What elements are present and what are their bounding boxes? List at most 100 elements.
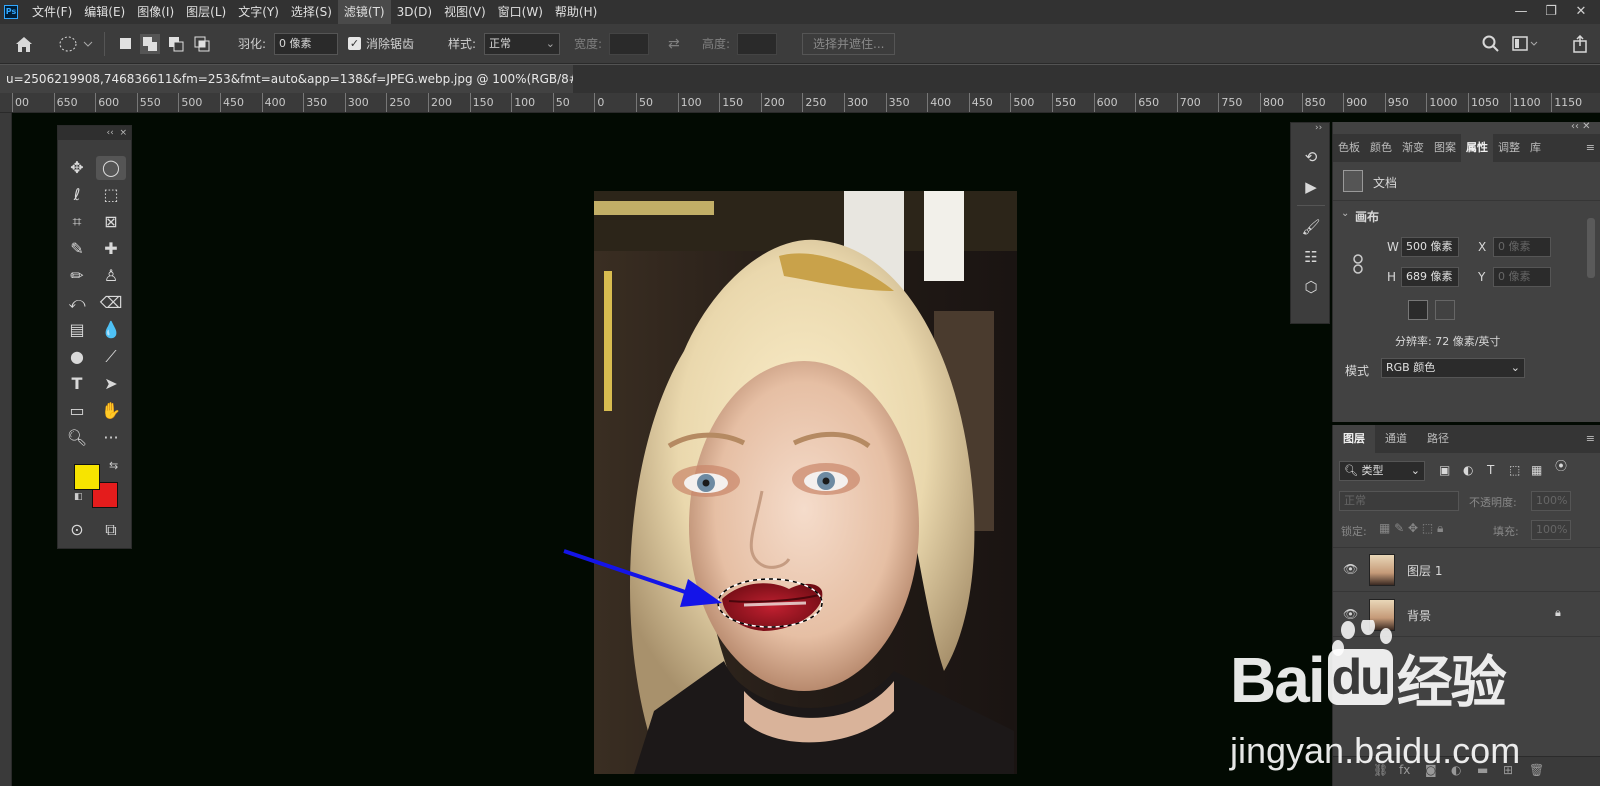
- search-icon[interactable]: [1482, 35, 1500, 53]
- workspace-icon[interactable]: [1512, 36, 1538, 52]
- canvas-width-input[interactable]: 500 像素: [1401, 237, 1459, 257]
- hand-tool-icon[interactable]: ✋: [96, 399, 126, 423]
- filter-adjustment-icon[interactable]: ◐: [1463, 463, 1473, 477]
- move-tool-icon[interactable]: ✥: [62, 156, 92, 180]
- layer-filter-select[interactable]: 🔍︎ 类型 ⌄: [1339, 461, 1425, 481]
- opacity-input[interactable]: 100%: [1531, 491, 1571, 511]
- style-select[interactable]: 正常 ⌄: [484, 33, 560, 55]
- eye-icon[interactable]: 👁︎: [1343, 607, 1358, 621]
- brush-tool-icon[interactable]: ✏: [62, 264, 92, 288]
- document-tab[interactable]: u=2506219908,746836611&fm=253&fmt=auto&a…: [0, 65, 573, 93]
- menu-type[interactable]: 文字(Y): [232, 0, 285, 24]
- 3d-panel-icon[interactable]: ⬡: [1299, 275, 1323, 299]
- rectangle-tool-icon[interactable]: ▭: [62, 399, 92, 423]
- more-tools-icon[interactable]: ···: [96, 426, 126, 450]
- layer-name[interactable]: 图层 1: [1407, 562, 1442, 579]
- tab-libraries[interactable]: 库: [1525, 134, 1546, 162]
- tools-panel-header[interactable]: ‹‹ ×: [58, 126, 131, 140]
- restore-icon[interactable]: ❐: [1538, 2, 1564, 22]
- feather-input[interactable]: 0 像素: [274, 33, 338, 55]
- adjustments-sliders-icon[interactable]: ☷: [1299, 245, 1323, 269]
- tab-properties[interactable]: 属性: [1461, 134, 1493, 162]
- tab-swatches[interactable]: 色板: [1333, 134, 1365, 162]
- elliptical-marquee-tool-icon[interactable]: ◯: [96, 156, 126, 180]
- tab-adjustments[interactable]: 调整: [1493, 134, 1525, 162]
- filter-type-icon[interactable]: T: [1487, 463, 1494, 477]
- clone-stamp-tool-icon[interactable]: ♙: [96, 264, 126, 288]
- elliptical-marquee-preset-icon[interactable]: [58, 34, 94, 54]
- portrait-orientation-icon[interactable]: [1408, 300, 1428, 320]
- home-icon[interactable]: [14, 35, 34, 53]
- menu-view[interactable]: 视图(V): [438, 0, 492, 24]
- quick-mask-icon[interactable]: ⊙: [62, 518, 92, 542]
- tab-paths[interactable]: 路径: [1417, 425, 1459, 453]
- antialias-checkbox[interactable]: ✓: [348, 37, 361, 50]
- healing-brush-tool-icon[interactable]: ✚: [96, 237, 126, 261]
- object-selection-tool-icon[interactable]: ⬚: [96, 183, 126, 207]
- landscape-orientation-icon[interactable]: [1435, 300, 1455, 320]
- menu-edit[interactable]: 编辑(E): [78, 0, 131, 24]
- eye-icon[interactable]: 👁︎: [1343, 562, 1358, 576]
- filter-shape-icon[interactable]: ⬚: [1509, 463, 1520, 477]
- blend-mode-select[interactable]: 正常: [1339, 491, 1459, 511]
- tab-patterns[interactable]: 图案: [1429, 134, 1461, 162]
- canvas-y-input[interactable]: 0 像素: [1493, 267, 1551, 287]
- crop-tool-icon[interactable]: ⌗: [62, 210, 92, 234]
- width-input[interactable]: [609, 33, 649, 55]
- default-colors-icon[interactable]: ◧: [74, 492, 83, 502]
- zoom-tool-icon[interactable]: 🔍︎: [62, 426, 92, 450]
- filter-image-icon[interactable]: ▣: [1439, 463, 1450, 477]
- link-icon[interactable]: [1351, 254, 1365, 274]
- swap-width-height-icon[interactable]: ⇄: [668, 24, 680, 64]
- fill-input[interactable]: 100%: [1531, 520, 1571, 540]
- lasso-tool-icon[interactable]: ℓ: [62, 183, 92, 207]
- menu-window[interactable]: 窗口(W): [492, 0, 549, 24]
- menu-select[interactable]: 选择(S): [285, 0, 338, 24]
- brush-settings-icon[interactable]: 🖌︎: [1299, 215, 1323, 239]
- select-and-mask-button[interactable]: 选择并遮住...: [802, 33, 896, 55]
- close-panel-icon[interactable]: ×: [119, 128, 127, 138]
- foreground-color-swatch[interactable]: [74, 464, 100, 490]
- panel-menu-icon[interactable]: ≡: [1581, 425, 1600, 453]
- menu-file[interactable]: 文件(F): [26, 0, 78, 24]
- expand-panels-icon[interactable]: ››: [1315, 123, 1322, 133]
- height-input[interactable]: [737, 33, 777, 55]
- filter-smart-object-icon[interactable]: ▦: [1531, 463, 1542, 477]
- type-tool-icon[interactable]: T: [62, 372, 92, 396]
- menu-filter[interactable]: 滤镜(T): [337, 0, 391, 24]
- pen-tool-icon[interactable]: ⟋: [96, 345, 126, 369]
- add-selection-icon[interactable]: [140, 34, 160, 54]
- menu-help[interactable]: 帮助(H): [549, 0, 603, 24]
- menu-image[interactable]: 图像(I): [131, 0, 180, 24]
- tab-channels[interactable]: 通道: [1375, 425, 1417, 453]
- subtract-selection-icon[interactable]: [166, 34, 186, 54]
- canvas-height-input[interactable]: 689 像素: [1401, 267, 1459, 287]
- chevron-down-icon[interactable]: ⌄: [1341, 208, 1349, 219]
- intersect-selection-icon[interactable]: [192, 34, 212, 54]
- tab-color[interactable]: 颜色: [1365, 134, 1397, 162]
- history-panel-icon[interactable]: ⟲: [1299, 145, 1323, 169]
- panel-menu-icon[interactable]: ≡: [1581, 134, 1600, 162]
- swap-colors-icon[interactable]: ⇆: [109, 459, 118, 472]
- tab-layers[interactable]: 图层: [1333, 425, 1375, 453]
- tab-gradients[interactable]: 渐变: [1397, 134, 1429, 162]
- actions-panel-icon[interactable]: ▶: [1299, 175, 1323, 199]
- layer-row[interactable]: 👁︎ 图层 1: [1333, 548, 1600, 592]
- close-window-icon[interactable]: ✕: [1568, 2, 1594, 22]
- collapse-icon[interactable]: ‹‹: [107, 128, 114, 138]
- document-image[interactable]: [594, 191, 1017, 774]
- path-selection-tool-icon[interactable]: ➤: [96, 372, 126, 396]
- share-icon[interactable]: [1572, 35, 1590, 53]
- menu-layer[interactable]: 图层(L): [180, 0, 232, 24]
- screen-mode-icon[interactable]: ⧉: [96, 518, 126, 542]
- minimize-icon[interactable]: —: [1508, 2, 1534, 22]
- menu-3d[interactable]: 3D(D): [391, 0, 438, 24]
- filter-toggle-icon[interactable]: ⦿: [1555, 457, 1567, 474]
- eraser-tool-icon[interactable]: ⌫: [96, 291, 126, 315]
- panel-close-icon[interactable]: ‹‹ ✕: [1571, 121, 1591, 132]
- history-brush-tool-icon[interactable]: ⤺: [62, 291, 92, 315]
- scrollbar[interactable]: [1587, 218, 1595, 278]
- lock-icons[interactable]: ▦ ✎ ✥ ⬚ 🔒︎: [1379, 521, 1443, 536]
- blur-tool-icon[interactable]: 💧: [96, 318, 126, 342]
- gradient-tool-icon[interactable]: ▤: [62, 318, 92, 342]
